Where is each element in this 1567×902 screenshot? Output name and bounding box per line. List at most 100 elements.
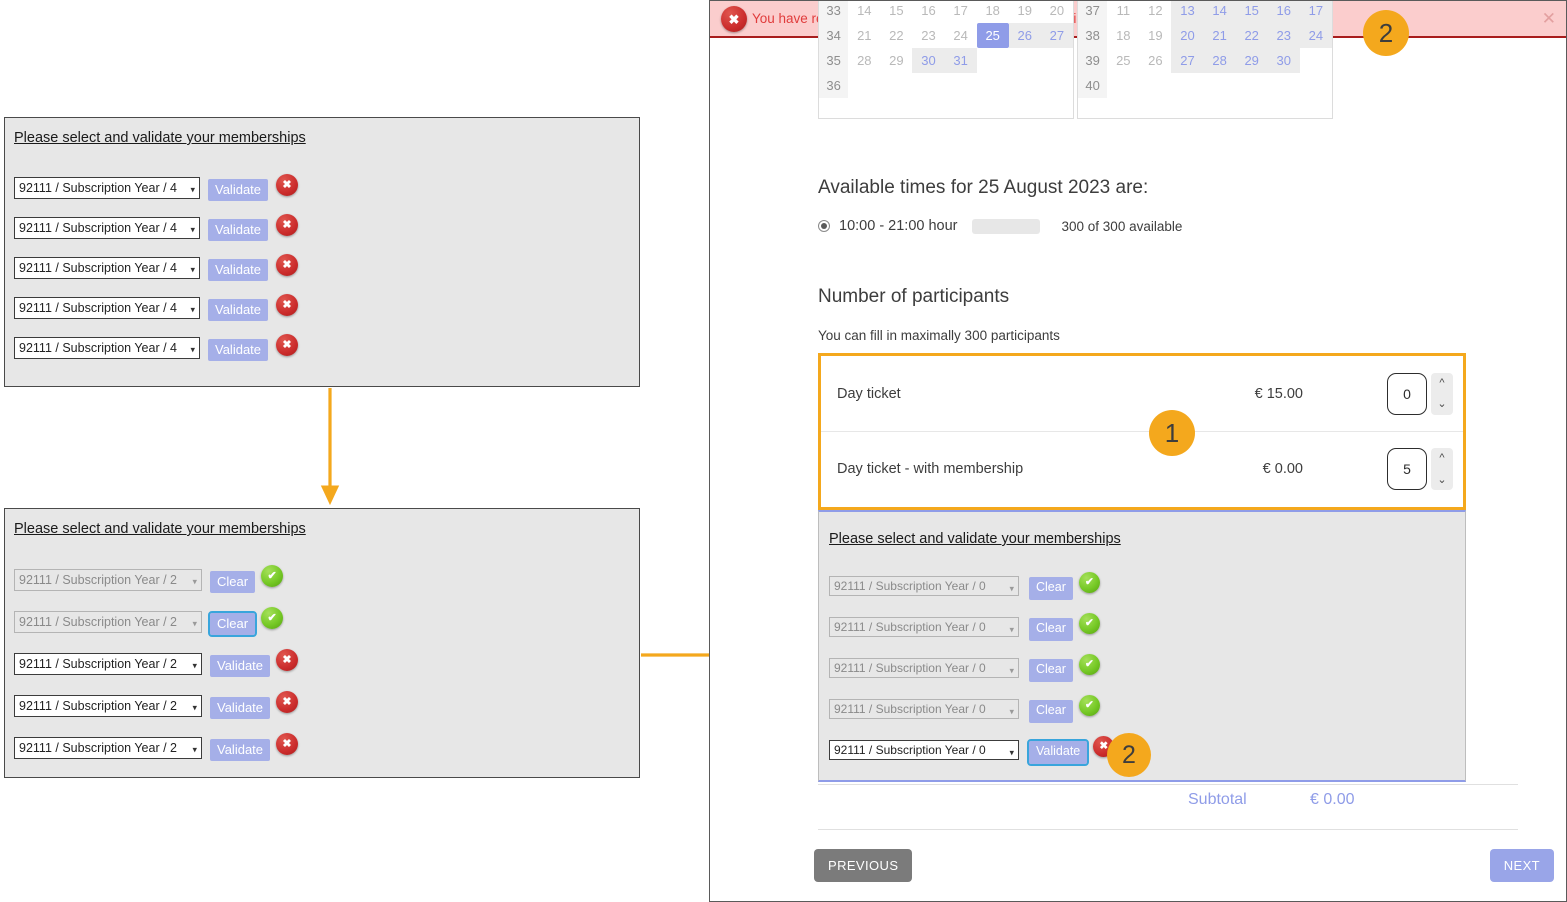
calendar-day[interactable]: 31 bbox=[945, 48, 977, 73]
membership-select-wrapper[interactable]: 92111 / Subscription Year / 4▾ bbox=[14, 217, 200, 244]
membership-select-wrapper[interactable]: 92111 / Subscription Year / 4▾ bbox=[14, 177, 200, 204]
stepper-arrows[interactable]: ^ ⌄ bbox=[1431, 373, 1453, 415]
membership-select[interactable]: 92111 / Subscription Year / 2 bbox=[14, 569, 202, 591]
membership-select[interactable]: 92111 / Subscription Year / 0 bbox=[829, 740, 1019, 760]
membership-select-wrapper[interactable]: 92111 / Subscription Year / 2▾ bbox=[14, 737, 202, 764]
calendar-day[interactable]: 28 bbox=[1204, 48, 1236, 73]
calendar-day[interactable]: 30 bbox=[912, 48, 944, 73]
membership-select-wrapper[interactable]: 92111 / Subscription Year / 4▾ bbox=[14, 297, 200, 324]
time-slot-placeholder-bar bbox=[972, 219, 1040, 234]
time-slot-radio[interactable] bbox=[818, 220, 830, 232]
membership-select[interactable]: 92111 / Subscription Year / 4 bbox=[14, 257, 200, 279]
validate-button[interactable]: Validate bbox=[208, 219, 268, 242]
chevron-up-icon[interactable]: ^ bbox=[1439, 377, 1444, 389]
validate-button[interactable]: Validate bbox=[208, 259, 268, 282]
calendar-month-right[interactable]: 3711121314151617381819202122232439252627… bbox=[1077, 0, 1333, 119]
calendar-day[interactable]: 20 bbox=[1171, 23, 1203, 48]
time-slot-row[interactable]: 10:00 - 21:00 hour 300 of 300 available bbox=[818, 218, 1182, 234]
validate-button[interactable]: Validate bbox=[210, 697, 270, 720]
membership-select[interactable]: 92111 / Subscription Year / 2 bbox=[14, 611, 202, 633]
validate-button[interactable]: Validate bbox=[210, 739, 270, 762]
chevron-down-icon[interactable]: ⌄ bbox=[1437, 473, 1446, 486]
calendar-day[interactable]: 27 bbox=[1041, 23, 1073, 48]
membership-select[interactable]: 92111 / Subscription Year / 2 bbox=[14, 695, 202, 717]
membership-select-wrapper[interactable]: 92111 / Subscription Year / 0▾ bbox=[829, 699, 1019, 724]
calendar-day: 17 bbox=[945, 0, 977, 23]
membership-select[interactable]: 92111 / Subscription Year / 0 bbox=[829, 617, 1019, 637]
membership-select[interactable]: 92111 / Subscription Year / 2 bbox=[14, 737, 202, 759]
calendar-day[interactable]: 16 bbox=[1268, 0, 1300, 23]
annotation-badge-2-validate: 2 bbox=[1107, 733, 1151, 777]
membership-select-wrapper[interactable]: 92111 / Subscription Year / 2▾ bbox=[14, 569, 202, 596]
validate-button[interactable]: Validate bbox=[208, 299, 268, 322]
calendar-day[interactable]: 23 bbox=[1268, 23, 1300, 48]
close-icon[interactable]: ✕ bbox=[1542, 10, 1556, 27]
calendar-day[interactable]: 14 bbox=[1204, 0, 1236, 23]
time-slot-availability: 300 of 300 available bbox=[1062, 219, 1183, 234]
clear-button[interactable]: Clear bbox=[1029, 618, 1073, 640]
error-circle-icon: ✖ bbox=[276, 733, 298, 755]
calendar-day[interactable]: 30 bbox=[1268, 48, 1300, 73]
membership-select-wrapper[interactable]: 92111 / Subscription Year / 0▾ bbox=[829, 658, 1019, 683]
membership-select[interactable]: 92111 / Subscription Year / 4 bbox=[14, 177, 200, 199]
quantity-input[interactable]: 5 bbox=[1387, 448, 1427, 490]
membership-select-wrapper[interactable]: 92111 / Subscription Year / 2▾ bbox=[14, 695, 202, 722]
membership-select[interactable]: 92111 / Subscription Year / 2 bbox=[14, 653, 202, 675]
calendar-day[interactable]: 15 bbox=[1236, 0, 1268, 23]
calendar-day: 29 bbox=[880, 48, 912, 73]
week-number: 38 bbox=[1078, 23, 1107, 48]
membership-select-wrapper[interactable]: 92111 / Subscription Year / 0▾ bbox=[829, 740, 1019, 765]
membership-select-wrapper[interactable]: 92111 / Subscription Year / 0▾ bbox=[829, 617, 1019, 642]
membership-select-wrapper[interactable]: 92111 / Subscription Year / 2▾ bbox=[14, 653, 202, 680]
calendar-day: 14 bbox=[848, 0, 880, 23]
membership-select[interactable]: 92111 / Subscription Year / 4 bbox=[14, 297, 200, 319]
calendar-day[interactable]: 17 bbox=[1300, 0, 1332, 23]
membership-select-wrapper[interactable]: 92111 / Subscription Year / 2▾ bbox=[14, 611, 202, 638]
membership-select[interactable]: 92111 / Subscription Year / 0 bbox=[829, 576, 1019, 596]
calendar-month-left[interactable]: 3314151617181920342122232425262735282930… bbox=[818, 0, 1074, 119]
validate-button[interactable]: Validate bbox=[1029, 741, 1087, 763]
membership-select-wrapper[interactable]: 92111 / Subscription Year / 4▾ bbox=[14, 337, 200, 364]
calendar-day-empty bbox=[1171, 73, 1203, 98]
clear-button[interactable]: Clear bbox=[1029, 659, 1073, 681]
clear-button[interactable]: Clear bbox=[210, 571, 255, 594]
calendar-day[interactable]: 27 bbox=[1171, 48, 1203, 73]
calendar-day[interactable]: 22 bbox=[1236, 23, 1268, 48]
calendar-day-empty bbox=[848, 73, 880, 98]
calendar-day[interactable]: 21 bbox=[1204, 23, 1236, 48]
check-circle-icon: ✔ bbox=[261, 607, 283, 629]
chevron-down-icon[interactable]: ⌄ bbox=[1437, 397, 1446, 410]
clear-button[interactable]: Clear bbox=[210, 613, 255, 636]
calendar-day[interactable]: 13 bbox=[1171, 0, 1203, 23]
calendar-day[interactable]: 24 bbox=[1300, 23, 1332, 48]
participants-max-text: You can fill in maximally 300 participan… bbox=[818, 328, 1060, 343]
quantity-input[interactable]: 0 bbox=[1387, 373, 1427, 415]
stepper-arrows[interactable]: ^ ⌄ bbox=[1431, 448, 1453, 490]
chevron-up-icon[interactable]: ^ bbox=[1439, 452, 1444, 464]
previous-button[interactable]: PREVIOUS bbox=[814, 849, 912, 882]
membership-row: 92111 / Subscription Year / 0▾Validate✖ bbox=[829, 736, 1114, 769]
next-button[interactable]: NEXT bbox=[1490, 849, 1554, 882]
membership-select[interactable]: 92111 / Subscription Year / 4 bbox=[14, 337, 200, 359]
membership-select-wrapper[interactable]: 92111 / Subscription Year / 0▾ bbox=[829, 576, 1019, 601]
membership-select[interactable]: 92111 / Subscription Year / 4 bbox=[14, 217, 200, 239]
calendar-week-row: 40 bbox=[1078, 73, 1332, 98]
annotation-badge-1-tickets: 1 bbox=[1149, 410, 1195, 456]
time-slot-label: 10:00 - 21:00 hour bbox=[839, 218, 958, 234]
clear-button[interactable]: Clear bbox=[1029, 577, 1073, 599]
membership-select[interactable]: 92111 / Subscription Year / 0 bbox=[829, 699, 1019, 719]
validate-button[interactable]: Validate bbox=[208, 339, 268, 362]
membership-select-wrapper[interactable]: 92111 / Subscription Year / 4▾ bbox=[14, 257, 200, 284]
clear-button[interactable]: Clear bbox=[1029, 700, 1073, 722]
membership-select[interactable]: 92111 / Subscription Year / 0 bbox=[829, 658, 1019, 678]
calendar-week-row: 39252627282930 bbox=[1078, 48, 1332, 73]
available-times-heading: Available times for 25 August 2023 are: bbox=[818, 177, 1148, 199]
quantity-stepper[interactable]: 5 ^ ⌄ bbox=[1387, 448, 1453, 490]
calendar-day[interactable]: 29 bbox=[1236, 48, 1268, 73]
validate-button[interactable]: Validate bbox=[210, 655, 270, 678]
calendar-day: 19 bbox=[1009, 0, 1041, 23]
validate-button[interactable]: Validate bbox=[208, 179, 268, 202]
calendar-day[interactable]: 25 bbox=[977, 23, 1009, 48]
calendar-day[interactable]: 26 bbox=[1009, 23, 1041, 48]
quantity-stepper[interactable]: 0 ^ ⌄ bbox=[1387, 373, 1453, 415]
